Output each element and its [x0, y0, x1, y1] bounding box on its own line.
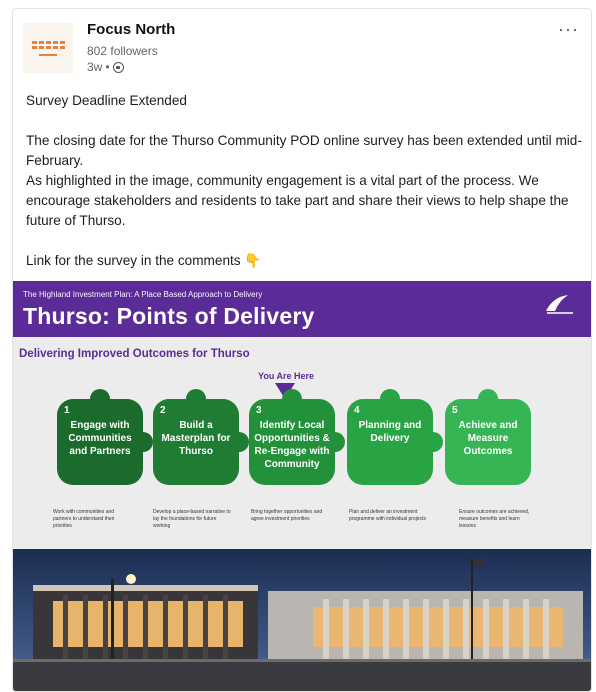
council-logo-icon	[543, 291, 579, 319]
council-crest-icon	[546, 295, 573, 314]
globe-icon	[112, 61, 124, 73]
author-name[interactable]: Focus North	[87, 21, 175, 38]
step-3-description: Bring together opportunities and agree i…	[251, 509, 323, 522]
step-4-label: Planning and Delivery	[358, 420, 422, 444]
building-photo-art	[13, 549, 591, 691]
you-are-here-label: You Are Here	[258, 371, 315, 381]
section-title: Delivering Improved Outcomes for Thurso	[19, 348, 250, 360]
step-2-number: 2	[160, 405, 166, 416]
step-1-piece: 1 Engage with Communities and Partners	[57, 389, 153, 485]
step-2-piece: 2 Build a Masterplan for Thurso	[153, 389, 249, 485]
post-headline: Survey Deadline Extended	[26, 93, 187, 108]
more-options-button[interactable]: ···	[558, 19, 579, 40]
pointing-down-icon: 👇	[244, 253, 262, 268]
step-5-label: Achieve and Measure Outcomes	[458, 420, 518, 457]
post-card: Focus North 802 followers 3w • ··· Surve…	[12, 8, 592, 692]
step-3-number: 3	[256, 405, 262, 416]
step-3-piece: 3 Identify Local Opportunities & Re-Enga…	[249, 389, 345, 485]
infographic-title: Thurso: Points of Delivery	[23, 303, 315, 329]
infographic-image[interactable]: The Highland Investment Plan: A Place Ba…	[13, 281, 591, 691]
step-2-label: Build a Masterplan for Thurso	[161, 420, 231, 457]
step-5-number: 5	[452, 405, 458, 416]
post-meta: 3w •	[87, 60, 124, 74]
step-4-description: Plan and deliver an investment programme…	[349, 509, 426, 522]
post-body: Survey Deadline Extended The closing dat…	[26, 91, 586, 271]
step-1-label: Engage with Communities and Partners	[68, 420, 132, 457]
survey-link-text: Link for the survey in the comments	[26, 253, 241, 268]
step-4-number: 4	[354, 405, 360, 416]
building-photo	[13, 549, 591, 691]
steps-panel: Delivering Improved Outcomes for Thurso …	[13, 337, 591, 549]
post-age: 3w	[87, 60, 103, 74]
step-1-description: Work with communities and partners to un…	[53, 509, 115, 529]
step-5-description: Ensure outcomes are achieved, measure be…	[459, 509, 530, 529]
logo-mark-icon	[31, 40, 65, 49]
infographic-subtitle: The Highland Investment Plan: A Place Ba…	[23, 290, 263, 299]
post-paragraph-3: Link for the survey in the comments 👇	[26, 251, 586, 271]
post-paragraph-2: As highlighted in the image, community e…	[26, 173, 569, 228]
follower-count: 802 followers	[87, 44, 158, 58]
step-3-label: Identify Local Opportunities & Re-Engage…	[254, 420, 330, 470]
post-header: Focus North 802 followers 3w • ···	[13, 9, 591, 89]
step-4-piece: 4 Planning and Delivery	[347, 389, 443, 485]
logo-line-icon	[39, 53, 57, 56]
step-5-piece: 5 Achieve and Measure Outcomes	[445, 389, 531, 485]
infographic-banner: The Highland Investment Plan: A Place Ba…	[13, 281, 591, 337]
meta-separator: •	[105, 60, 110, 74]
post-paragraph-1: The closing date for the Thurso Communit…	[26, 133, 582, 168]
step-1-number: 1	[64, 405, 70, 416]
author-logo[interactable]	[23, 23, 73, 73]
step-2-description: Develop a place-based narrative to lay t…	[153, 509, 231, 529]
